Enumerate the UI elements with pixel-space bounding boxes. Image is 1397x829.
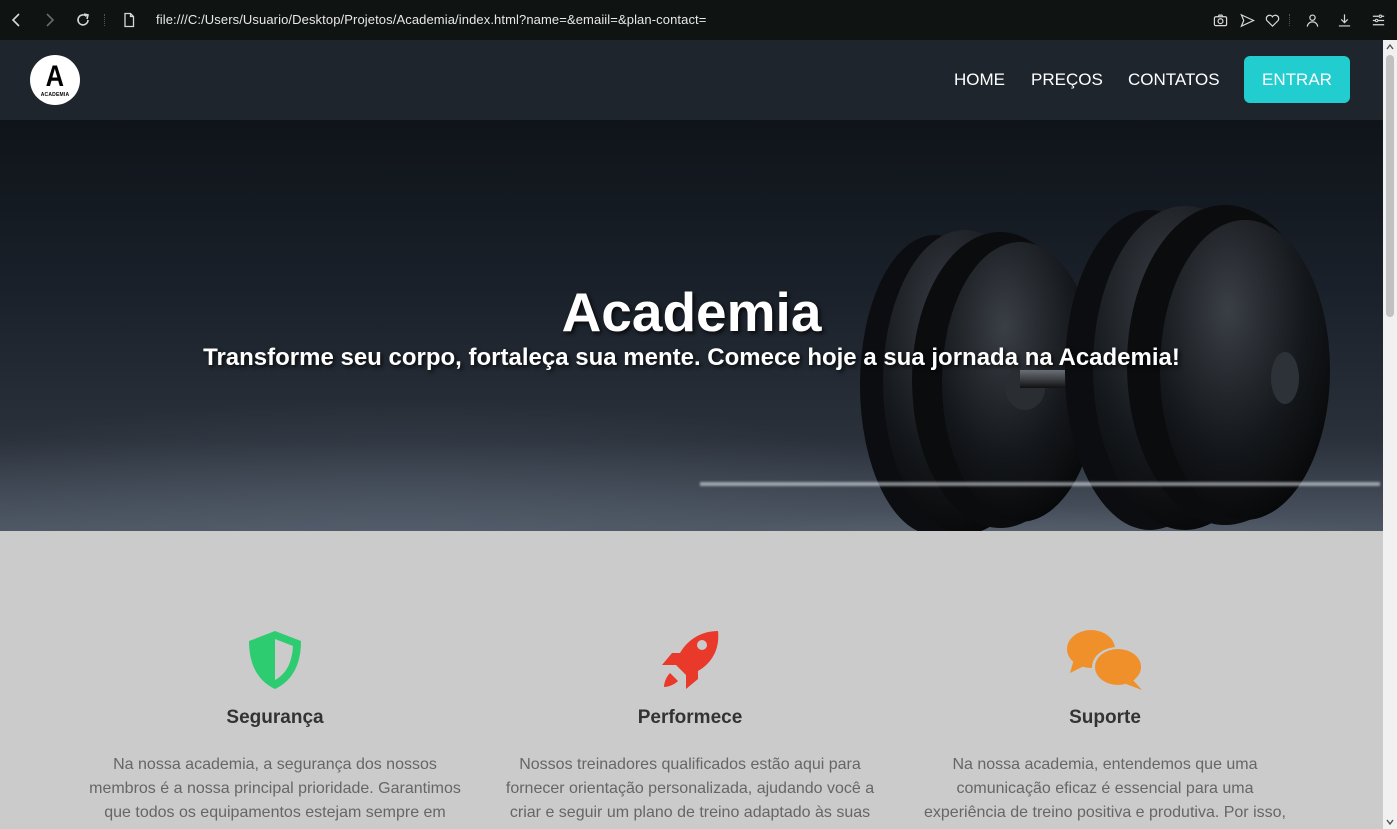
rocket-icon bbox=[650, 629, 730, 693]
nav-contacts-link[interactable]: CONTATOS bbox=[1128, 70, 1220, 90]
scroll-down-icon[interactable] bbox=[1386, 818, 1394, 826]
menu-lines-icon[interactable] bbox=[1369, 11, 1387, 29]
back-icon[interactable] bbox=[8, 11, 26, 29]
feature-title: Suporte bbox=[1069, 707, 1141, 728]
reload-icon[interactable] bbox=[74, 11, 92, 29]
hero-subtitle: Transforme seu corpo, fortaleça sua ment… bbox=[203, 344, 1180, 371]
scroll-thumb[interactable] bbox=[1386, 55, 1394, 317]
forward-icon[interactable] bbox=[40, 11, 58, 29]
send-icon[interactable] bbox=[1238, 11, 1256, 29]
feature-text: Na nossa academia, a segurança dos nosso… bbox=[89, 756, 461, 821]
address-bar[interactable]: file:///C:/Users/Usuario/Desktop/Projeto… bbox=[156, 12, 706, 27]
site-header: A ACADEMIA HOME PREÇOS CONTATOS ENTRAR bbox=[0, 40, 1383, 120]
heart-icon[interactable] bbox=[1263, 11, 1281, 29]
features-section: Segurança Na nossa academia, a segurança… bbox=[0, 531, 1383, 829]
camera-icon[interactable] bbox=[1211, 11, 1229, 29]
toolbar-divider bbox=[104, 14, 106, 26]
profile-icon[interactable] bbox=[1303, 11, 1321, 29]
feature-title: Performece bbox=[637, 707, 743, 728]
logo-letter: A bbox=[45, 59, 65, 93]
chat-bubbles-icon bbox=[1065, 629, 1145, 693]
floor-light bbox=[700, 482, 1380, 486]
file-icon bbox=[120, 11, 138, 29]
feature-text: Nossos treinadores qualificados estão aq… bbox=[505, 756, 875, 821]
logo[interactable]: A ACADEMIA bbox=[30, 55, 80, 105]
hero-title: Academia bbox=[561, 281, 822, 343]
nav-home-link[interactable]: HOME bbox=[954, 70, 1005, 90]
hero-banner: Academia Transforme seu corpo, fortaleça… bbox=[0, 120, 1383, 531]
browser-toolbar: file:///C:/Users/Usuario/Desktop/Projeto… bbox=[0, 0, 1397, 40]
shield-icon bbox=[235, 629, 315, 693]
download-icon[interactable] bbox=[1335, 11, 1353, 29]
scroll-up-icon[interactable] bbox=[1386, 43, 1394, 51]
page-scrollbar[interactable] bbox=[1383, 40, 1397, 829]
toolbar-divider bbox=[1289, 14, 1291, 26]
feature-text: Na nossa academia, entendemos que uma co… bbox=[924, 756, 1286, 821]
feature-title: Segurança bbox=[226, 707, 324, 728]
nav-prices-link[interactable]: PREÇOS bbox=[1031, 70, 1103, 90]
enter-button[interactable]: ENTRAR bbox=[1244, 56, 1350, 103]
